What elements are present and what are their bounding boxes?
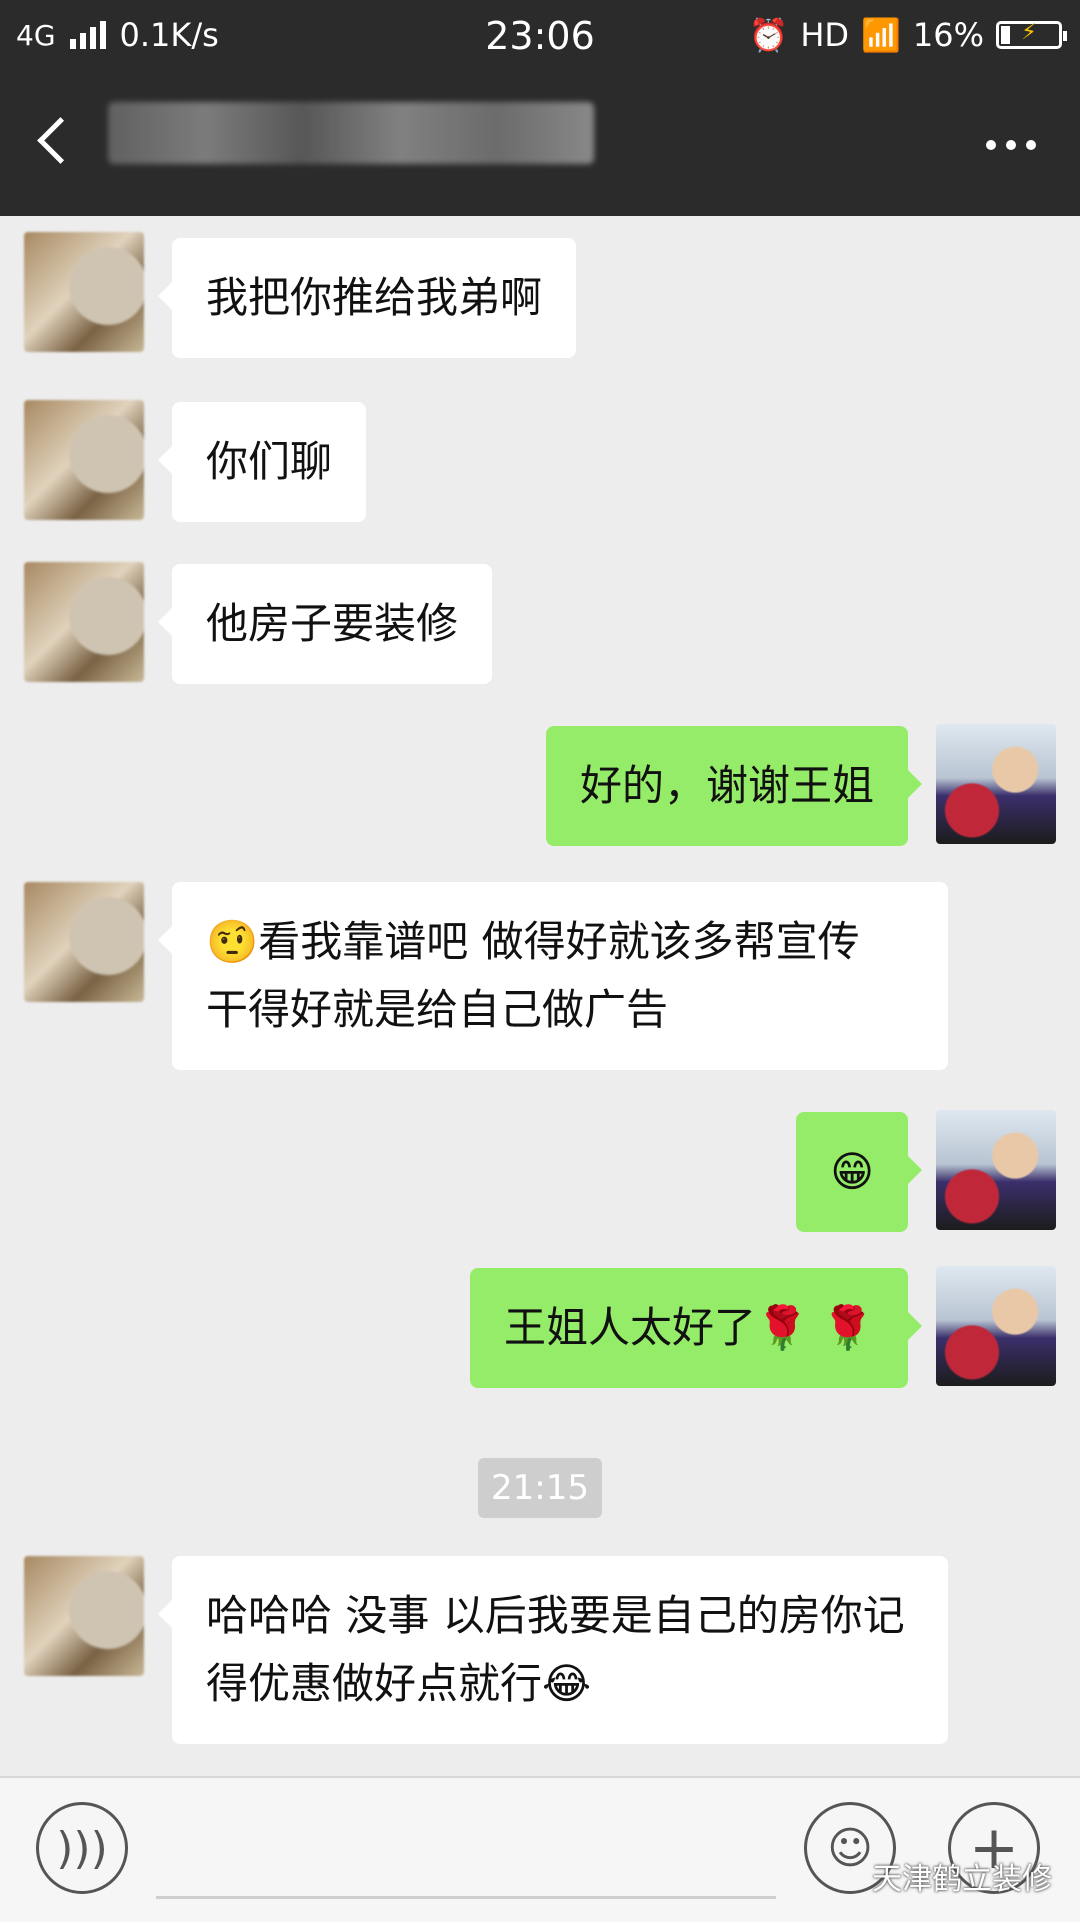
message-list[interactable]: 我把你推给我弟啊 你们聊 他房子要装修 好的，谢谢王姐 🤨看我靠谱吧 做得好就该… (0, 216, 1080, 1776)
charging-icon: ⚡ (1021, 20, 1037, 45)
message-bubble-outgoing[interactable]: 😁 (796, 1112, 922, 1232)
chat-title-blurred (108, 102, 594, 164)
my-avatar[interactable] (936, 1266, 1056, 1386)
contact-avatar[interactable] (24, 882, 144, 1002)
message-bubble-incoming[interactable]: 我把你推给我弟啊 (157, 238, 577, 358)
status-bar: 4G 0.1K/s 23:06 ⏰ HD 📶 16% ⚡ (0, 0, 1080, 72)
message-bubble-incoming[interactable]: 🤨看我靠谱吧 做得好就该多帮宣传 干得好就是给自己做广告 (158, 882, 948, 1070)
message-bubble-incoming[interactable]: 你们聊 (157, 402, 367, 522)
contact-avatar[interactable] (24, 562, 144, 682)
chevron-left-icon[interactable] (37, 117, 84, 164)
message-timestamp: 21:15 (478, 1458, 602, 1518)
battery-icon: ⚡ (996, 20, 1067, 49)
message-input[interactable] (156, 1798, 776, 1899)
message-bubble-incoming[interactable]: 他房子要装修 (157, 564, 493, 684)
wifi-icon: 📶 (861, 16, 901, 54)
hd-indicator: HD (800, 16, 850, 54)
message-bubble-outgoing[interactable]: 好的，谢谢王姐 (545, 726, 923, 846)
ellipsis-icon[interactable] (986, 140, 1036, 150)
contact-avatar[interactable] (24, 400, 144, 520)
chat-header (0, 72, 1080, 216)
battery-percent: 16% (912, 16, 984, 54)
my-avatar[interactable] (936, 1110, 1056, 1230)
contact-avatar[interactable] (24, 232, 144, 352)
alarm-icon: ⏰ (748, 16, 789, 54)
message-bubble-incoming[interactable]: 哈哈哈 没事 以后我要是自己的房你记得优惠做好点就行😂 (158, 1556, 948, 1744)
my-avatar[interactable] (936, 724, 1056, 844)
message-bubble-outgoing[interactable]: 王姐人太好了🌹 🌹 (470, 1268, 922, 1388)
watermark: 天津鹤立装修 (872, 1862, 1052, 1897)
contact-avatar[interactable] (24, 1556, 144, 1676)
voice-icon[interactable]: ))) (36, 1802, 128, 1894)
status-right: ⏰ HD 📶 16% ⚡ (748, 16, 1067, 54)
input-bar: ))) ☺ + 天津鹤立装修 (0, 1776, 1080, 1922)
